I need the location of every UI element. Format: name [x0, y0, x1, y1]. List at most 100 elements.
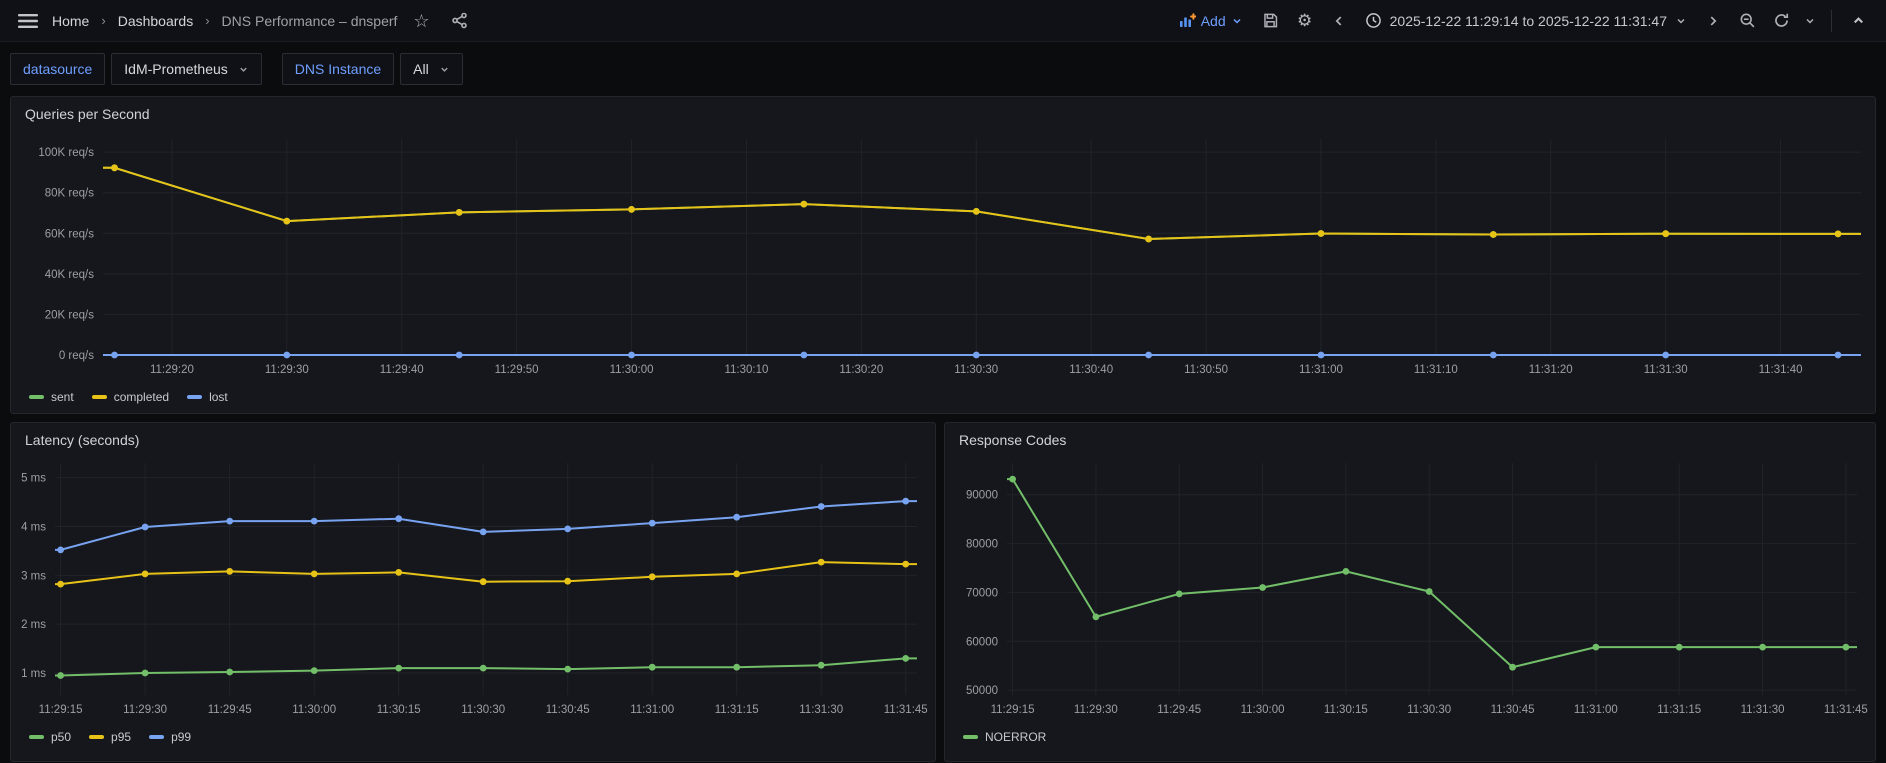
legend-item-lost[interactable]: lost — [187, 390, 228, 404]
x-axis-label: 11:31:45 — [1824, 704, 1868, 716]
chart-response-codes[interactable]: 50000 60000 70000 80000 90000 11:29:15 11:29:3… — [945, 451, 1875, 721]
series-point-p50 — [733, 663, 741, 671]
breadcrumb-separator: › — [205, 13, 210, 28]
series-point-p50 — [817, 661, 825, 669]
refresh-interval-dropdown[interactable] — [1801, 7, 1819, 35]
x-axis-label: 11:30:45 — [1491, 704, 1535, 716]
legend-item-sent[interactable]: sent — [29, 390, 74, 404]
series-point-p99 — [395, 515, 403, 523]
x-axis-label: 11:29:30 — [1074, 704, 1118, 716]
legend-item-p95[interactable]: p95 — [89, 730, 131, 744]
series-point-p50 — [226, 668, 234, 676]
series-point-completed — [1834, 230, 1842, 238]
x-axis-label: 11:29:50 — [495, 364, 539, 376]
y-axis-label: 100K req/s — [38, 147, 94, 159]
menu-icon[interactable] — [14, 7, 42, 35]
x-axis-label: 11:29:15 — [991, 704, 1035, 716]
legend-chip — [89, 735, 105, 739]
legend-chip — [29, 395, 44, 399]
y-axis-label: 20K req/s — [45, 309, 94, 321]
series-point-lost — [1145, 351, 1152, 359]
panel-title[interactable]: Latency (seconds) — [11, 423, 935, 451]
chart-latency[interactable]: 1 ms 2 ms 3 ms 4 ms 5 ms 11:29:15 11:29:30 11:2… — [11, 451, 935, 721]
legend-item-p99[interactable]: p99 — [149, 730, 191, 744]
breadcrumb-separator: › — [101, 13, 106, 28]
series-point-p95 — [564, 577, 572, 585]
settings-icon[interactable]: ⚙ — [1291, 7, 1319, 35]
y-axis-label: 1 ms — [21, 668, 46, 680]
series-point-lost — [1662, 351, 1670, 359]
legend-item-completed[interactable]: completed — [91, 390, 169, 404]
save-icon[interactable] — [1257, 7, 1285, 35]
series-point-p95 — [141, 570, 149, 578]
series-point-NOERROR — [1675, 643, 1683, 651]
refresh-icon[interactable] — [1767, 7, 1795, 35]
y-axis-label: 90000 — [966, 490, 998, 502]
x-axis-label: 11:31:15 — [1657, 704, 1701, 716]
y-axis-label: 4 ms — [21, 521, 46, 533]
time-shift-back-icon[interactable] — [1325, 7, 1353, 35]
breadcrumb-current-page: DNS Performance – dnsperf — [221, 12, 398, 29]
chevron-down-icon — [1677, 18, 1685, 24]
y-axis-label: 60000 — [966, 636, 998, 648]
series-point-p95 — [902, 560, 910, 568]
legend-item-NOERROR[interactable]: NOERROR — [963, 730, 1046, 744]
legend-chip — [29, 735, 44, 739]
series-point-lost — [800, 351, 808, 359]
y-axis-label: 80K req/s — [45, 188, 94, 200]
series-line-NOERROR — [1007, 478, 1857, 669]
share-icon[interactable] — [445, 7, 473, 35]
x-axis-label: 11:30:30 — [1407, 704, 1451, 716]
add-panel-icon — [1179, 12, 1196, 27]
legend-label: lost — [209, 390, 228, 404]
star-icon[interactable]: ☆ — [407, 7, 435, 35]
chart-queries-per-second[interactable]: 0 req/s 20K req/s 40K req/s 60K req/s 80K re… — [11, 125, 1876, 381]
series-point-p99 — [310, 517, 318, 525]
breadcrumb-dashboards[interactable]: Dashboards — [118, 13, 194, 29]
series-point-p99 — [648, 519, 656, 527]
series-point-p95 — [226, 568, 234, 575]
series-point-lost — [628, 351, 635, 359]
y-axis-label: 80000 — [966, 539, 998, 551]
legend-chip — [187, 395, 203, 399]
series-point-completed — [283, 217, 291, 225]
panel-queries-per-second: Queries per Second 0 req/s 20K req/s 40K r… — [10, 96, 1876, 414]
variable-dns-instance-label: DNS Instance — [281, 53, 395, 85]
series-point-completed — [628, 206, 635, 213]
x-axis-label: 11:29:45 — [208, 704, 252, 716]
legend-item-p50[interactable]: p50 — [29, 730, 71, 744]
add-label: Add — [1200, 12, 1226, 29]
series-point-lost — [972, 351, 980, 359]
panel-title[interactable]: Queries per Second — [11, 97, 1875, 125]
series-point-p50 — [310, 667, 318, 674]
series-point-p95 — [479, 578, 487, 586]
x-axis-label: 11:29:20 — [150, 364, 194, 376]
x-axis-label: 11:31:15 — [715, 704, 759, 716]
add-panel-button[interactable]: Add — [1171, 9, 1251, 33]
x-axis-label: 11:30:20 — [839, 364, 883, 376]
x-axis-label: 11:30:45 — [546, 704, 590, 716]
y-axis-label: 2 ms — [21, 619, 46, 631]
variable-dns-instance-select[interactable]: All — [400, 53, 463, 85]
series-point-NOERROR — [1509, 663, 1516, 671]
collapse-navbar-icon[interactable] — [1844, 7, 1872, 35]
chevron-down-icon — [1806, 18, 1814, 24]
legend-latency: p50 p95 p99 — [11, 726, 935, 744]
zoom-out-icon[interactable] — [1733, 7, 1761, 35]
panel-title[interactable]: Response Codes — [945, 423, 1875, 451]
series-point-p50 — [141, 669, 149, 677]
x-axis-label: 11:30:15 — [1324, 704, 1368, 716]
x-axis-label: 11:31:30 — [1644, 364, 1688, 376]
series-point-p95 — [310, 570, 318, 578]
variable-datasource-select[interactable]: IdM-Prometheus — [111, 53, 262, 85]
legend-response-codes: NOERROR — [945, 726, 1875, 744]
time-shift-forward-icon[interactable] — [1699, 7, 1727, 35]
series-point-NOERROR — [1342, 568, 1350, 575]
variable-datasource-label: datasource — [10, 53, 106, 85]
breadcrumb-home[interactable]: Home — [52, 13, 89, 29]
time-range-picker[interactable]: 2025-12-22 11:29:14 to 2025-12-22 11:31:… — [1359, 8, 1693, 33]
legend-label: sent — [51, 390, 74, 404]
series-line-completed — [103, 166, 1861, 240]
x-axis-label: 11:31:30 — [799, 704, 843, 716]
series-point-p99 — [817, 503, 825, 510]
